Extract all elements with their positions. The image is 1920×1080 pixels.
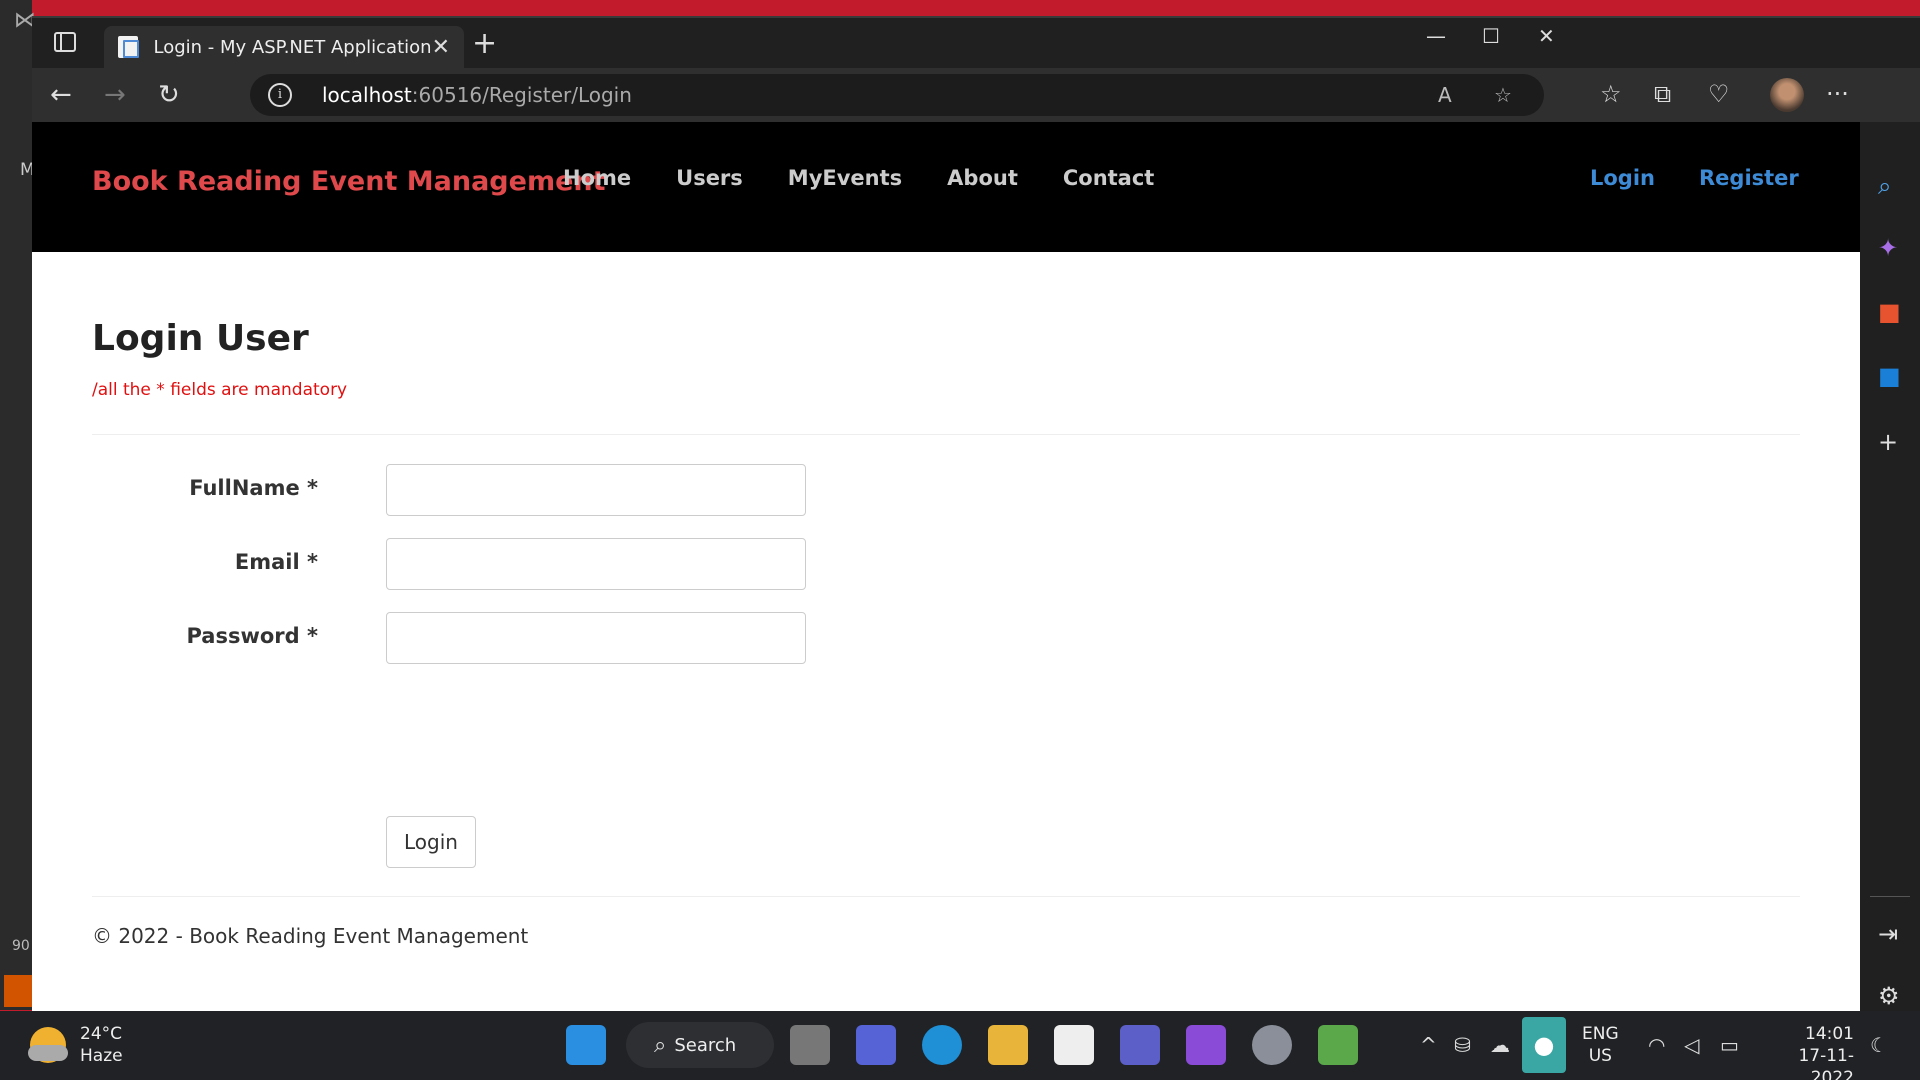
tab-actions-icon[interactable] (54, 32, 76, 52)
divider (92, 434, 1800, 435)
start-icon[interactable] (566, 1025, 606, 1065)
close-window-icon[interactable]: ✕ (1538, 24, 1555, 48)
settings-app-icon[interactable] (1252, 1025, 1292, 1065)
nav-contact[interactable]: Contact (1063, 166, 1155, 190)
windows-taskbar: 24°C Haze ⌕ Search ^ ⛁ ☁ ● ENG US ◠ ◁ ▭ … (0, 1011, 1920, 1080)
page-title: Login User (92, 318, 309, 359)
search-icon[interactable]: ⌕ (1878, 172, 1891, 200)
teams-icon[interactable] (1120, 1025, 1160, 1065)
url-text: localhost:60516/Register/Login (322, 83, 632, 107)
fullname-row: FullName * (92, 464, 806, 516)
browser-essentials-icon[interactable]: ♡ (1708, 80, 1730, 108)
tab-bar: Login - My ASP.NET Application ✕ + — ☐ ✕ (32, 18, 1920, 68)
password-row: Password * (92, 612, 806, 664)
auth-nav: Login Register (1590, 166, 1843, 190)
weather-condition: Haze (80, 1046, 123, 1066)
app-tray-icon[interactable]: ⛁ (1454, 1033, 1471, 1057)
search-label: Search (674, 1034, 737, 1056)
nav-register[interactable]: Register (1699, 166, 1799, 190)
office-icon[interactable]: ■ (1878, 298, 1901, 326)
background-app-strip: ⋈ M 90 (0, 0, 36, 1010)
email-field[interactable] (386, 538, 806, 590)
page-viewport: Book Reading Event Management Home Users… (32, 122, 1860, 1013)
language-indicator[interactable]: ENG US (1582, 1023, 1619, 1067)
login-button[interactable]: Login (386, 816, 476, 868)
favorites-icon[interactable]: ☆ (1600, 80, 1622, 108)
collections-icon[interactable]: ⧉ (1654, 80, 1671, 108)
file-explorer-icon[interactable] (988, 1025, 1028, 1065)
settings-icon[interactable]: ⚙ (1878, 982, 1900, 1010)
nav-login[interactable]: Login (1590, 166, 1655, 190)
add-sidebar-app-icon[interactable]: + (1878, 428, 1898, 456)
microphone-icon[interactable]: ● (1522, 1017, 1566, 1073)
task-view-icon[interactable] (790, 1025, 830, 1065)
more-options-icon[interactable]: ··· (1826, 80, 1849, 108)
email-label: Email * (234, 550, 318, 574)
add-favorite-icon[interactable]: ☆ (1494, 83, 1512, 107)
background-orange-tile (4, 975, 32, 1007)
sidebar-divider (1870, 896, 1910, 897)
fullname-label: FullName * (189, 476, 318, 500)
browser-window: Login - My ASP.NET Application ✕ + — ☐ ✕… (32, 16, 1920, 1013)
store-icon[interactable] (1054, 1025, 1094, 1065)
visual-studio-icon[interactable] (1186, 1025, 1226, 1065)
tab-close-icon[interactable]: ✕ (432, 35, 450, 60)
back-icon[interactable]: ← (50, 80, 72, 110)
brand-link[interactable]: Book Reading Event Management (92, 166, 606, 197)
background-number: 90 (12, 938, 30, 954)
copilot-icon[interactable]: ✦ (1878, 234, 1898, 262)
site-info-icon[interactable]: i (268, 83, 292, 107)
tab-login[interactable]: Login - My ASP.NET Application ✕ (104, 26, 464, 68)
edge-icon[interactable] (922, 1025, 962, 1065)
site-navbar: Book Reading Event Management Home Users… (32, 122, 1860, 252)
main-nav: Home Users MyEvents About Contact (563, 166, 1199, 190)
nav-about[interactable]: About (947, 166, 1018, 190)
battery-icon[interactable]: ▭ (1720, 1033, 1739, 1057)
outlook-icon[interactable]: ■ (1878, 362, 1901, 390)
read-aloud-icon[interactable]: A (1438, 83, 1452, 107)
divider (92, 896, 1800, 897)
forward-icon[interactable]: → (104, 80, 126, 110)
temperature: 24°C (80, 1024, 123, 1044)
nav-myevents[interactable]: MyEvents (788, 166, 902, 190)
nav-users[interactable]: Users (676, 166, 743, 190)
onedrive-icon[interactable]: ☁ (1490, 1033, 1510, 1057)
refresh-icon[interactable]: ↻ (158, 80, 180, 110)
url-input[interactable]: i localhost:60516/Register/Login A ☆ (250, 74, 1544, 116)
clock[interactable]: 14:01 17-11-2022 (1764, 1023, 1854, 1080)
page-favicon-icon (118, 36, 139, 58)
password-label: Password * (186, 624, 318, 648)
show-hidden-icons[interactable]: ^ (1420, 1033, 1437, 1057)
mandatory-note: /all the * fields are mandatory (92, 380, 348, 400)
fullname-field[interactable] (386, 464, 806, 516)
teams-chat-icon[interactable] (856, 1025, 896, 1065)
footer-text: © 2022 - Book Reading Event Management (92, 924, 529, 948)
weather-widget[interactable]: 24°C Haze (28, 1023, 123, 1067)
taskbar-search[interactable]: ⌕ Search (626, 1022, 774, 1068)
tab-title: Login - My ASP.NET Application (153, 36, 432, 58)
search-icon: ⌕ (654, 1032, 667, 1058)
maximize-icon[interactable]: ☐ (1482, 24, 1500, 48)
profile-avatar[interactable] (1770, 78, 1804, 112)
nav-home[interactable]: Home (563, 166, 631, 190)
weather-icon (28, 1027, 68, 1063)
hide-sidebar-icon[interactable]: ⇥ (1878, 920, 1898, 948)
new-tab-button[interactable]: + (472, 29, 497, 59)
password-field[interactable] (386, 612, 806, 664)
snip-tool-icon[interactable] (1318, 1025, 1358, 1065)
volume-icon[interactable]: ◁ (1684, 1033, 1699, 1057)
edge-sidebar: ⌕ ✦ ■ ■ + ⇥ ⚙ (1860, 122, 1920, 1013)
notifications-icon[interactable]: ☾ (1870, 1033, 1888, 1057)
address-bar: ← → ↻ i localhost:60516/Register/Login A… (32, 68, 1920, 122)
wifi-icon[interactable]: ◠ (1648, 1033, 1665, 1057)
email-row: Email * (92, 538, 806, 590)
minimize-icon[interactable]: — (1426, 24, 1446, 48)
